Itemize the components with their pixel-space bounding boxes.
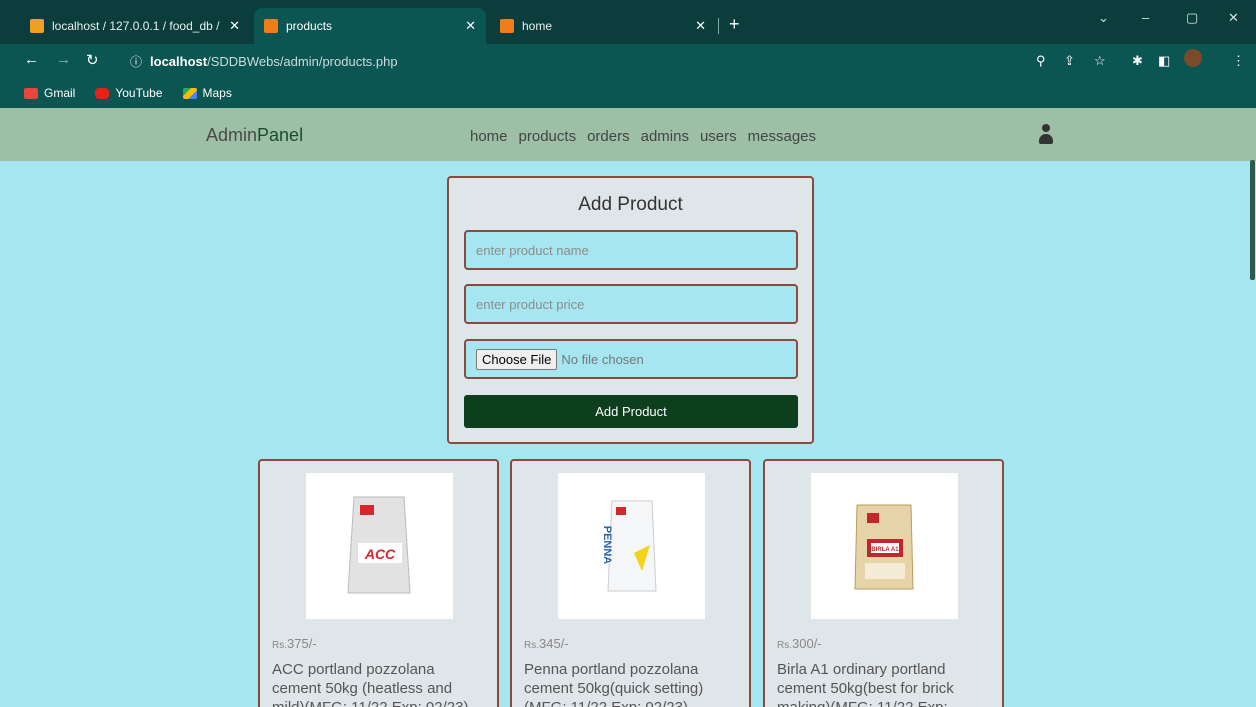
- product-image: ACC: [306, 473, 453, 619]
- bookmark-star-icon[interactable]: ☆: [1094, 53, 1106, 69]
- xampp-icon: [264, 19, 278, 33]
- form-title: Add Product: [578, 194, 683, 215]
- tab-label: products: [286, 19, 333, 33]
- maps-icon: [182, 87, 197, 99]
- product-price: Rs.345/-: [524, 636, 569, 651]
- minimize-icon[interactable]: –: [1142, 10, 1149, 25]
- admin-header: AdminPanel home products orders admins u…: [0, 108, 1256, 161]
- nav-admins[interactable]: admins: [641, 128, 689, 145]
- nav-home[interactable]: home: [470, 128, 508, 145]
- profile-avatar[interactable]: [1184, 49, 1202, 67]
- bookmark-youtube[interactable]: YouTube: [95, 86, 163, 100]
- choose-file-button[interactable]: Choose File: [476, 348, 558, 370]
- admin-nav: home products orders admins users messag…: [470, 128, 816, 145]
- user-icon-head: [1042, 124, 1050, 132]
- bag-brand-text: BIRLA A1: [871, 547, 899, 553]
- bookmark-label: YouTube: [115, 86, 163, 100]
- xampp-icon: [500, 19, 514, 33]
- zoom-icon[interactable]: ⚲: [1036, 53, 1046, 69]
- product-image-field[interactable]: Choose File No file chosen: [464, 339, 798, 379]
- logo-admin-text: Admin: [206, 125, 258, 145]
- nav-orders[interactable]: orders: [587, 128, 630, 145]
- currency: Rs.: [524, 640, 539, 651]
- tab-products[interactable]: products ✕: [254, 8, 486, 44]
- close-tab-icon[interactable]: ✕: [465, 18, 476, 34]
- page-scrollbar[interactable]: [1250, 160, 1255, 280]
- bag-brand-text: ACC: [364, 546, 396, 562]
- browser-tab-bar: localhost / 127.0.0.1 / food_db / ✕ prod…: [0, 0, 1256, 44]
- forward-icon[interactable]: →: [56, 51, 71, 68]
- close-tab-icon[interactable]: ✕: [229, 18, 240, 34]
- url-path: /SDDBWebs/admin/products.php: [207, 53, 398, 69]
- product-image: BIRLA A1: [811, 473, 958, 619]
- product-image: PENNA: [558, 473, 705, 619]
- user-icon-body: [1039, 134, 1053, 144]
- nav-users[interactable]: users: [700, 128, 737, 145]
- gmail-icon: [24, 87, 38, 99]
- price-value: 345/-: [539, 636, 569, 651]
- admin-logo[interactable]: AdminPanel: [206, 125, 303, 146]
- menu-kebab-icon[interactable]: ⋮: [1232, 53, 1245, 69]
- close-tab-icon[interactable]: ✕: [695, 18, 706, 34]
- product-price-input[interactable]: [476, 296, 796, 312]
- add-product-button[interactable]: Add Product: [464, 395, 798, 428]
- back-icon[interactable]: ←: [24, 51, 39, 68]
- nav-products[interactable]: products: [519, 128, 577, 145]
- tab-search-icon[interactable]: ⌄: [1098, 10, 1109, 26]
- extensions-icon[interactable]: ✱: [1132, 53, 1143, 69]
- bookmarks-bar: Gmail YouTube Maps: [0, 78, 1256, 108]
- price-value: 375/-: [287, 636, 317, 651]
- currency: Rs.: [777, 640, 792, 651]
- phpmyadmin-icon: [30, 19, 44, 33]
- logo-panel-text: Panel: [257, 125, 304, 145]
- url-bar[interactable]: ⓘ localhost/SDDBWebs/admin/products.php: [116, 48, 1036, 74]
- url-host: localhost: [150, 53, 208, 69]
- tab-separator: [718, 18, 719, 34]
- site-info-icon[interactable]: ⓘ: [130, 53, 142, 70]
- window-close-icon[interactable]: ✕: [1228, 10, 1239, 26]
- product-price: Rs.375/-: [272, 636, 317, 651]
- nav-messages[interactable]: messages: [748, 128, 816, 145]
- new-tab-button[interactable]: +: [729, 14, 740, 35]
- no-file-text: No file chosen: [561, 351, 644, 367]
- cement-bag-image: BIRLA A1: [854, 504, 914, 590]
- youtube-icon: [95, 87, 110, 99]
- currency: Rs.: [272, 640, 287, 651]
- bookmark-label: Maps: [202, 86, 232, 100]
- restore-icon[interactable]: ▢: [1186, 10, 1198, 26]
- product-price-field[interactable]: [464, 284, 798, 324]
- product-card: BIRLA A1 Rs.300/- Birla A1 ordinary port…: [763, 459, 1004, 707]
- cement-bag-image: PENNA: [601, 500, 657, 592]
- share-icon[interactable]: ⇪: [1064, 53, 1075, 69]
- user-icon[interactable]: [1038, 124, 1054, 146]
- product-name: Penna portland pozzolana cement 50kg(qui…: [524, 661, 704, 707]
- product-card: ACC Rs.375/- ACC portland pozzolana ceme…: [258, 459, 499, 707]
- tab-home[interactable]: home ✕: [490, 8, 716, 44]
- product-name: Birla A1 ordinary portland cement 50kg(b…: [777, 661, 954, 707]
- tab-label: home: [522, 19, 553, 33]
- product-card: PENNA Rs.345/- Penna portland pozzolana …: [510, 459, 751, 707]
- address-toolbar: ← → ↻ ⓘ localhost/SDDBWebs/admin/product…: [0, 44, 1256, 78]
- add-product-form: Add Product Choose File No file chosen A…: [447, 176, 814, 444]
- bookmark-label: Gmail: [44, 86, 76, 100]
- product-price: Rs.300/-: [777, 636, 822, 651]
- tab-label: localhost / 127.0.0.1 / food_db /: [52, 19, 220, 33]
- bag-brand-text: PENNA: [601, 526, 613, 565]
- cement-bag-image: ACC: [347, 496, 411, 594]
- bookmark-gmail[interactable]: Gmail: [24, 86, 75, 100]
- reload-icon[interactable]: ↻: [86, 51, 99, 69]
- bookmark-maps[interactable]: Maps: [182, 86, 232, 100]
- side-panel-icon[interactable]: ◧: [1158, 53, 1170, 69]
- price-value: 300/-: [792, 636, 822, 651]
- product-name-field[interactable]: [464, 230, 798, 270]
- product-name-input[interactable]: [476, 242, 796, 258]
- tab-phpmyadmin[interactable]: localhost / 127.0.0.1 / food_db / ✕: [20, 8, 250, 44]
- product-name: ACC portland pozzolana cement 50kg (heat…: [272, 661, 468, 707]
